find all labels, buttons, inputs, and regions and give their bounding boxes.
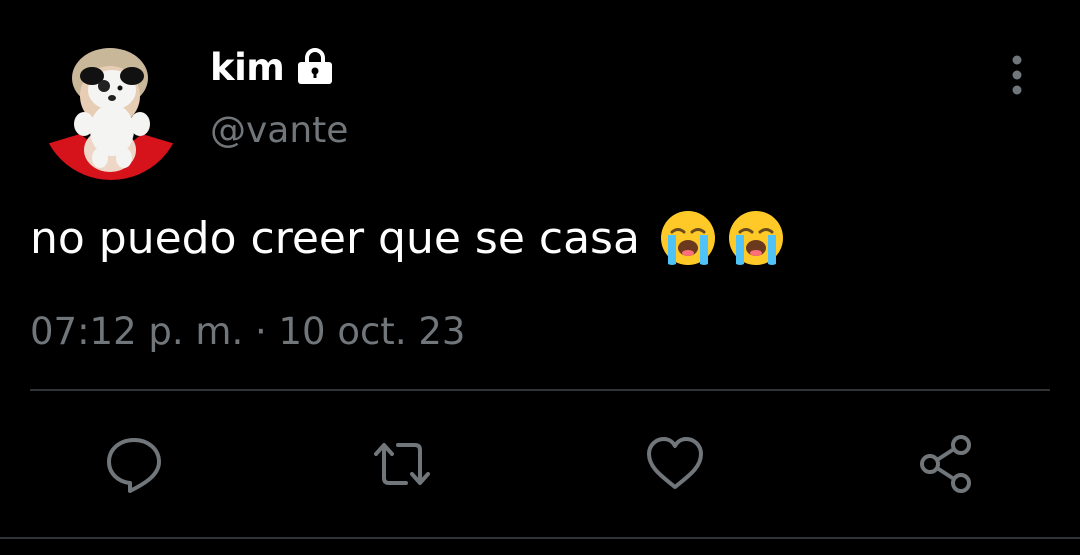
name-row: kim bbox=[210, 44, 336, 90]
more-vertical-icon[interactable] bbox=[996, 52, 1038, 98]
tweet-text: no puedo creer que se casa bbox=[30, 208, 786, 268]
divider bbox=[30, 389, 1050, 391]
heart-icon[interactable] bbox=[643, 432, 707, 496]
loudly-crying-face-icon bbox=[658, 208, 718, 268]
tweet-body: no puedo creer que se casa bbox=[30, 212, 640, 264]
display-name[interactable]: kim bbox=[210, 46, 285, 89]
divider-bottom bbox=[0, 537, 1080, 539]
avatar[interactable] bbox=[40, 38, 182, 180]
loudly-crying-face-icon bbox=[726, 208, 786, 268]
avatar-image bbox=[40, 38, 182, 180]
lock-icon bbox=[294, 46, 336, 88]
share-icon[interactable] bbox=[914, 432, 978, 496]
reply-icon[interactable] bbox=[102, 432, 166, 496]
user-handle[interactable]: @vante bbox=[210, 110, 348, 151]
retweet-icon[interactable] bbox=[370, 432, 434, 496]
tweet-timestamp[interactable]: 07:12 p. m. · 10 oct. 23 bbox=[30, 310, 465, 353]
tweet: kim @vante no puedo creer que se casa 07… bbox=[0, 0, 1080, 555]
